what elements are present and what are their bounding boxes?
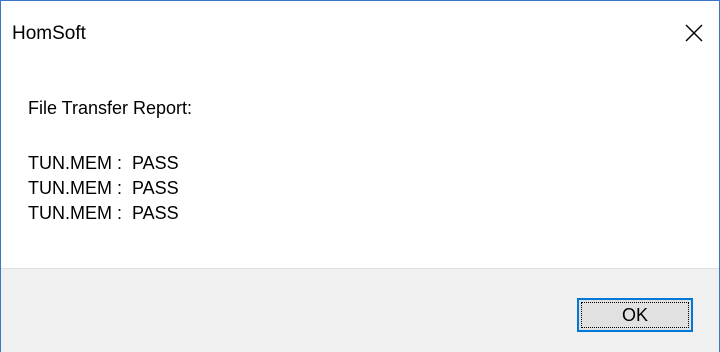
ok-button[interactable]: OK [577,298,693,332]
report-line: TUN.MEM : PASS [28,203,179,223]
message-body: File Transfer Report: TUN.MEM : PASS TUN… [1,63,719,268]
report-lines: TUN.MEM : PASS TUN.MEM : PASS TUN.MEM : … [28,151,179,226]
close-icon [685,24,703,42]
report-heading: File Transfer Report: [28,98,193,118]
window-title: HomSoft [12,23,86,44]
message-dialog: HomSoft File Transfer Report: TUN.MEM : … [0,0,720,352]
title-bar[interactable]: HomSoft [1,1,719,63]
report-line: TUN.MEM : PASS [28,153,179,173]
close-button[interactable] [669,11,719,55]
button-bar: OK [1,268,719,352]
ok-button-label: OK [581,302,689,328]
report-line: TUN.MEM : PASS [28,178,179,198]
